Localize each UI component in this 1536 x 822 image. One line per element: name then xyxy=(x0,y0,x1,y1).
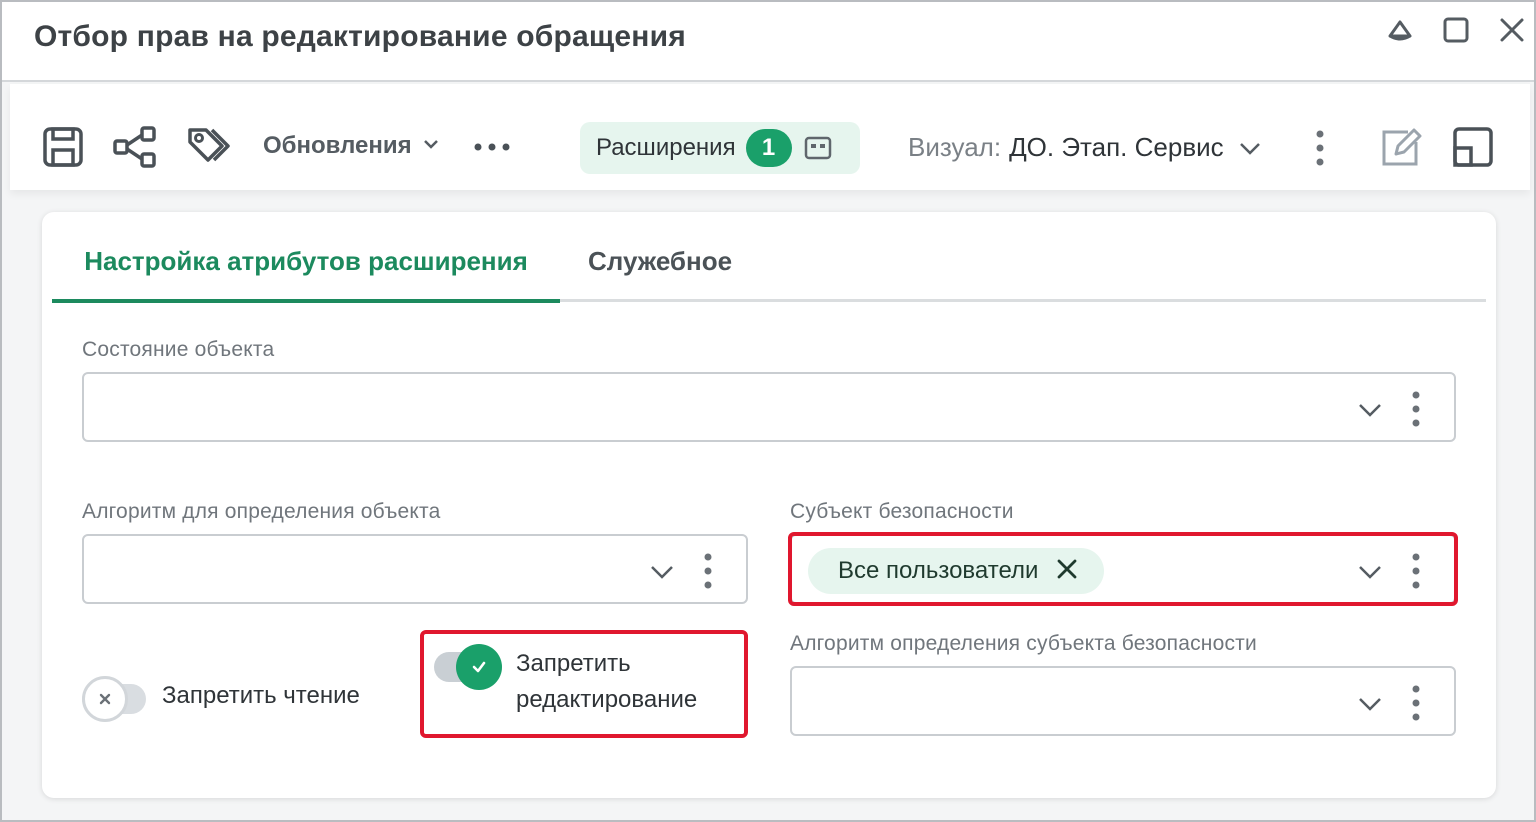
more-vertical-icon[interactable] xyxy=(1406,683,1426,723)
chevron-down-icon[interactable] xyxy=(648,558,676,586)
form-card: Настройка атрибутов расширения Служебное… xyxy=(42,212,1496,798)
dialog-window: Отбор прав на редактирование обращения О… xyxy=(0,0,1536,822)
tab-bar: Настройка атрибутов расширения Служебное xyxy=(52,242,1486,303)
dialog-title: Отбор прав на редактирование обращения xyxy=(34,20,686,53)
tab-extension-attributes[interactable]: Настройка атрибутов расширения xyxy=(52,242,560,303)
object-algorithm-label: Алгоритм для определения объекта xyxy=(82,500,441,523)
maximize-icon[interactable] xyxy=(1440,14,1472,46)
tab-service[interactable]: Служебное xyxy=(588,242,732,302)
extensions-button[interactable]: Расширения 1 xyxy=(580,122,860,174)
share-icon[interactable] xyxy=(112,124,158,170)
security-subject-algorithm-select[interactable] xyxy=(790,666,1456,736)
security-subject-highlight xyxy=(788,532,1458,606)
security-subject-algorithm-label: Алгоритм определения субъекта безопаснос… xyxy=(790,632,1257,655)
object-algorithm-select[interactable] xyxy=(82,534,748,604)
object-state-label: Состояние объекта xyxy=(82,338,275,361)
deny-read-toggle[interactable] xyxy=(82,676,146,722)
more-vertical-icon[interactable] xyxy=(1406,389,1426,429)
chevron-down-icon[interactable] xyxy=(1356,690,1384,718)
extensions-label: Расширения xyxy=(596,134,736,161)
chevron-down-icon[interactable] xyxy=(1356,396,1384,424)
chevron-down-icon xyxy=(1238,136,1262,160)
visual-value: ДО. Этап. Сервис xyxy=(1009,132,1224,162)
save-icon[interactable] xyxy=(40,124,86,170)
close-icon[interactable] xyxy=(1496,14,1528,46)
security-subject-label: Субъект безопасности xyxy=(790,500,1014,523)
deny-edit-highlight xyxy=(420,630,748,738)
extensions-count-badge: 1 xyxy=(745,129,792,167)
visual-label: Визуал: xyxy=(908,132,1002,162)
collapse-icon[interactable] xyxy=(1384,14,1416,46)
toggle-off-icon xyxy=(82,676,128,722)
tags-icon[interactable] xyxy=(186,124,232,170)
layout-icon[interactable] xyxy=(1450,124,1496,170)
more-vertical-icon[interactable] xyxy=(698,551,718,591)
edit-icon[interactable] xyxy=(1378,124,1424,170)
updates-label: Обновления xyxy=(263,132,412,159)
more-horizontal-icon[interactable] xyxy=(472,134,512,160)
extension-window-icon xyxy=(804,134,832,162)
toolbar: Обновления Расширения 1 Визуал: ДО. Этап… xyxy=(10,84,1530,190)
chevron-down-icon xyxy=(422,132,440,160)
more-vertical-icon[interactable] xyxy=(1310,128,1330,168)
deny-read-label: Запретить чтение xyxy=(162,682,360,709)
title-bar: Отбор прав на редактирование обращения xyxy=(2,2,1534,82)
object-state-select[interactable] xyxy=(82,372,1456,442)
updates-menu[interactable]: Обновления xyxy=(263,132,440,160)
visual-selector[interactable]: Визуал: ДО. Этап. Сервис xyxy=(908,132,1262,163)
